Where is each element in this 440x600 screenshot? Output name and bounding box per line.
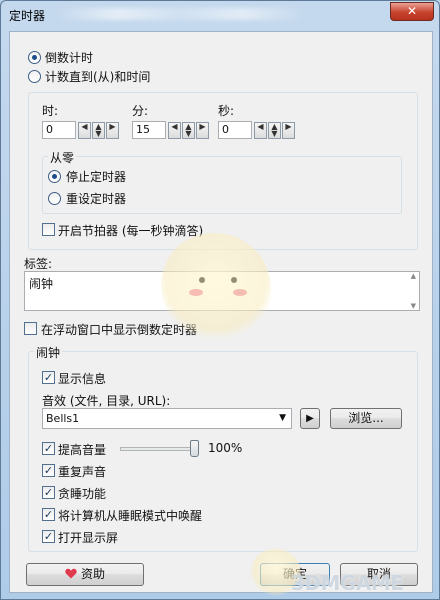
second-input[interactable]: 0	[218, 121, 252, 139]
show-info-label: 显示信息	[58, 372, 107, 386]
alarm-legend: 闹钟	[34, 344, 63, 361]
countup-label: 计数直到(从)和时间	[45, 70, 151, 84]
tag-text: 闹钟	[29, 277, 54, 291]
countup-radio[interactable]	[28, 70, 41, 83]
floating-window-checkbox[interactable]	[24, 322, 37, 335]
timer-dialog-window: 定时器 ✕ 倒数计时 计数直到(从)和时间 时: 0 ◀ ▲ ▼ ▶ 分: 15 …	[0, 0, 440, 600]
window-title: 定时器	[9, 9, 46, 23]
volume-percent: 100%	[208, 441, 243, 455]
browse-button[interactable]: 浏览...	[330, 408, 402, 429]
stop-timer-label: 停止定时器	[66, 170, 127, 184]
minute-right-button[interactable]: ▶	[196, 122, 209, 139]
hour-right-button[interactable]: ▶	[106, 122, 119, 139]
donate-button[interactable]: 资助	[26, 563, 144, 586]
wake-computer-label: 将计算机从睡眠模式中唤醒	[58, 509, 203, 523]
raise-volume-label: 提高音量	[58, 443, 107, 457]
mascot-eye-left	[199, 277, 205, 283]
wake-computer-checkbox[interactable]: ✓	[42, 508, 55, 521]
scroll-up-icon[interactable]: ▲	[411, 272, 416, 280]
turn-on-monitor-checkbox[interactable]: ✓	[42, 530, 55, 543]
title-bar[interactable]: 定时器 ✕	[1, 1, 439, 29]
volume-slider-track[interactable]	[120, 447, 196, 451]
chevron-down-icon[interactable]: ▼	[279, 409, 286, 428]
metronome-checkbox[interactable]	[42, 223, 55, 236]
play-button[interactable]: ▶	[300, 408, 320, 429]
repeat-sound-checkbox[interactable]: ✓	[42, 464, 55, 477]
mascot-eye-right	[231, 277, 237, 283]
countdown-radio[interactable]	[28, 51, 41, 64]
countdown-label: 倒数计时	[45, 51, 94, 65]
minute-input[interactable]: 15	[132, 121, 166, 139]
sound-label: 音效 (文件, 目录, URL):	[42, 394, 171, 408]
minute-updown-button[interactable]: ▲ ▼	[182, 122, 195, 139]
sound-select[interactable]: Bells1 ▼	[42, 408, 292, 429]
mascot-blush-right	[233, 289, 247, 296]
site-watermark: 3DMGAME	[291, 571, 404, 595]
second-right-button[interactable]: ▶	[282, 122, 295, 139]
title-bar-blurred-area	[55, 8, 305, 20]
sound-value: Bells1	[46, 412, 80, 425]
snooze-checkbox[interactable]: ✓	[42, 486, 55, 499]
second-left-button[interactable]: ◀	[254, 122, 267, 139]
hour-left-button[interactable]: ◀	[78, 122, 91, 139]
hour-updown-button[interactable]: ▲ ▼	[92, 122, 105, 139]
raise-volume-checkbox[interactable]: ✓	[42, 442, 55, 455]
metronome-label: 开启节拍器 (每一秒钟滴答)	[58, 224, 204, 238]
reset-timer-radio[interactable]	[48, 192, 61, 205]
close-button[interactable]: ✕	[390, 2, 434, 21]
minute-left-button[interactable]: ◀	[168, 122, 181, 139]
from-zero-legend: 从零	[48, 149, 77, 166]
stop-timer-radio[interactable]	[48, 170, 61, 183]
mascot-blush-left	[189, 289, 203, 296]
minute-label: 分:	[132, 104, 149, 118]
hour-label: 时:	[42, 104, 59, 118]
floating-window-label: 在浮动窗口中显示倒数定时器	[41, 323, 198, 337]
second-label: 秒:	[218, 104, 235, 118]
repeat-sound-label: 重复声音	[58, 465, 107, 479]
tag-label: 标签:	[24, 257, 53, 271]
hour-input[interactable]: 0	[42, 121, 76, 139]
heart-icon	[65, 568, 77, 579]
turn-on-monitor-label: 打开显示屏	[58, 531, 119, 545]
snooze-label: 贪睡功能	[58, 487, 107, 501]
scroll-down-icon[interactable]: ▼	[411, 302, 416, 310]
volume-slider-thumb[interactable]	[190, 440, 199, 457]
show-info-checkbox[interactable]: ✓	[42, 371, 55, 384]
second-updown-button[interactable]: ▲ ▼	[268, 122, 281, 139]
donate-label: 资助	[80, 567, 105, 581]
reset-timer-label: 重设定时器	[66, 192, 127, 206]
